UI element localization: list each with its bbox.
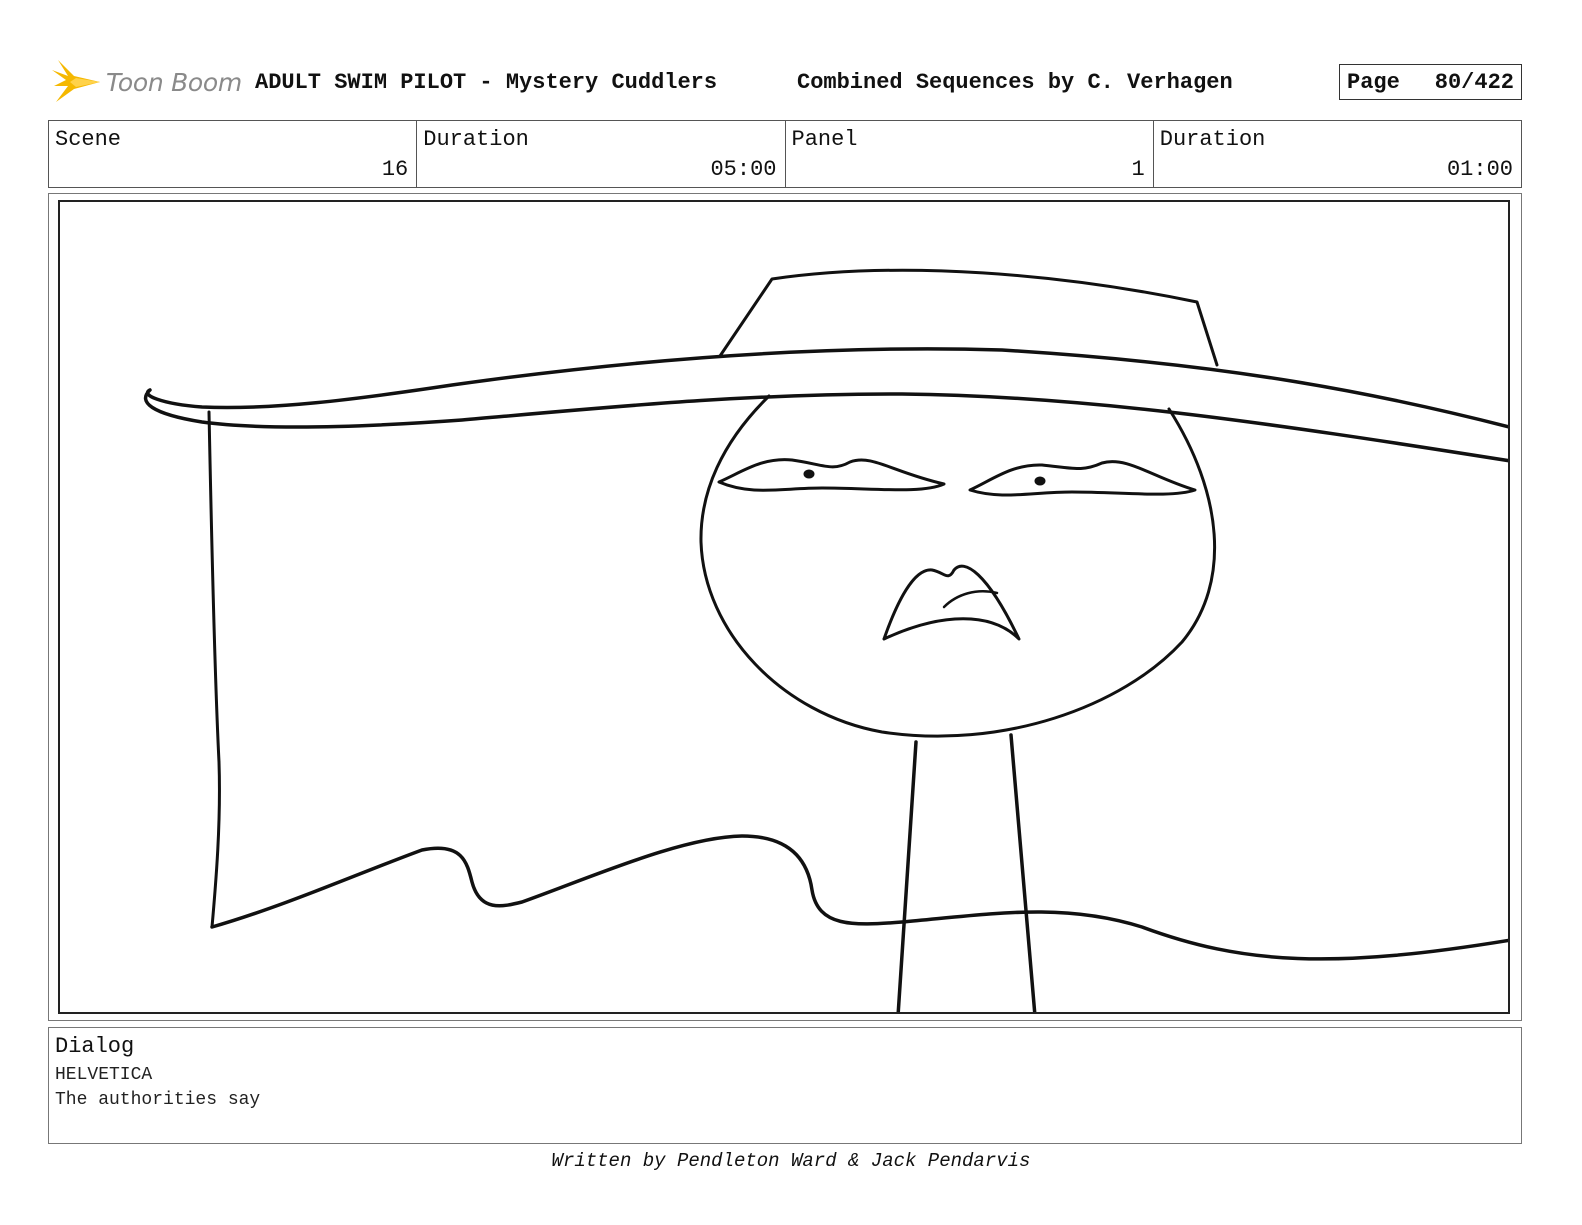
left-pupil xyxy=(803,469,815,479)
hat-brim xyxy=(143,347,1508,463)
mouth-lip xyxy=(942,590,999,609)
neck-right xyxy=(1009,733,1037,1012)
scene-duration-cell: Duration 05:00 xyxy=(417,121,786,187)
scene-value: 16 xyxy=(381,157,409,182)
dialog-character: HELVETICA xyxy=(55,1065,153,1085)
right-pupil xyxy=(1034,476,1046,486)
logo-text: Toon Boom xyxy=(106,67,242,97)
storyboard-title: ADULT SWIM PILOT - Mystery Cuddlers xyxy=(255,70,718,95)
panel-duration-value: 01:00 xyxy=(1446,157,1513,182)
page-counter: Page 80/422 xyxy=(1339,64,1522,100)
panel-cell: Panel 1 xyxy=(786,121,1154,187)
panel-duration-cell: Duration 01:00 xyxy=(1154,121,1521,187)
right-eye xyxy=(968,460,1197,497)
page-value: 80/422 xyxy=(1434,69,1514,95)
left-eye xyxy=(717,458,946,492)
panel-label: Panel xyxy=(791,127,858,152)
dialog-line: The authorities say xyxy=(55,1090,261,1110)
mouth xyxy=(882,564,1021,641)
dialog-box: Dialog HELVETICA The authorities say xyxy=(48,1027,1522,1144)
starburst-icon xyxy=(52,60,100,102)
panel-duration-label: Duration xyxy=(1159,127,1266,152)
toon-boom-logo: Toon Boom xyxy=(52,56,242,108)
scene-cell: Scene 16 xyxy=(49,121,418,187)
page-label: Page xyxy=(1347,69,1400,95)
dialog-heading: Dialog xyxy=(55,1034,135,1059)
panel-drawing xyxy=(58,200,1510,1014)
scene-duration-label: Duration xyxy=(423,127,529,152)
flag-pole xyxy=(207,410,221,929)
scene-label: Scene xyxy=(55,127,122,152)
scene-info-bar: Scene 16 Duration 05:00 Panel 1 Duration… xyxy=(48,120,1522,188)
storyboard-sketch xyxy=(143,268,1508,1012)
storyboard-subtitle: Combined Sequences by C. Verhagen xyxy=(797,70,1233,95)
scene-duration-value: 05:00 xyxy=(710,157,777,182)
footer-credit: Written by Pendleton Ward & Jack Pendarv… xyxy=(551,1150,1031,1172)
neck-left xyxy=(896,740,918,1012)
flag-wave xyxy=(210,834,1508,961)
panel-value: 1 xyxy=(1131,157,1145,182)
